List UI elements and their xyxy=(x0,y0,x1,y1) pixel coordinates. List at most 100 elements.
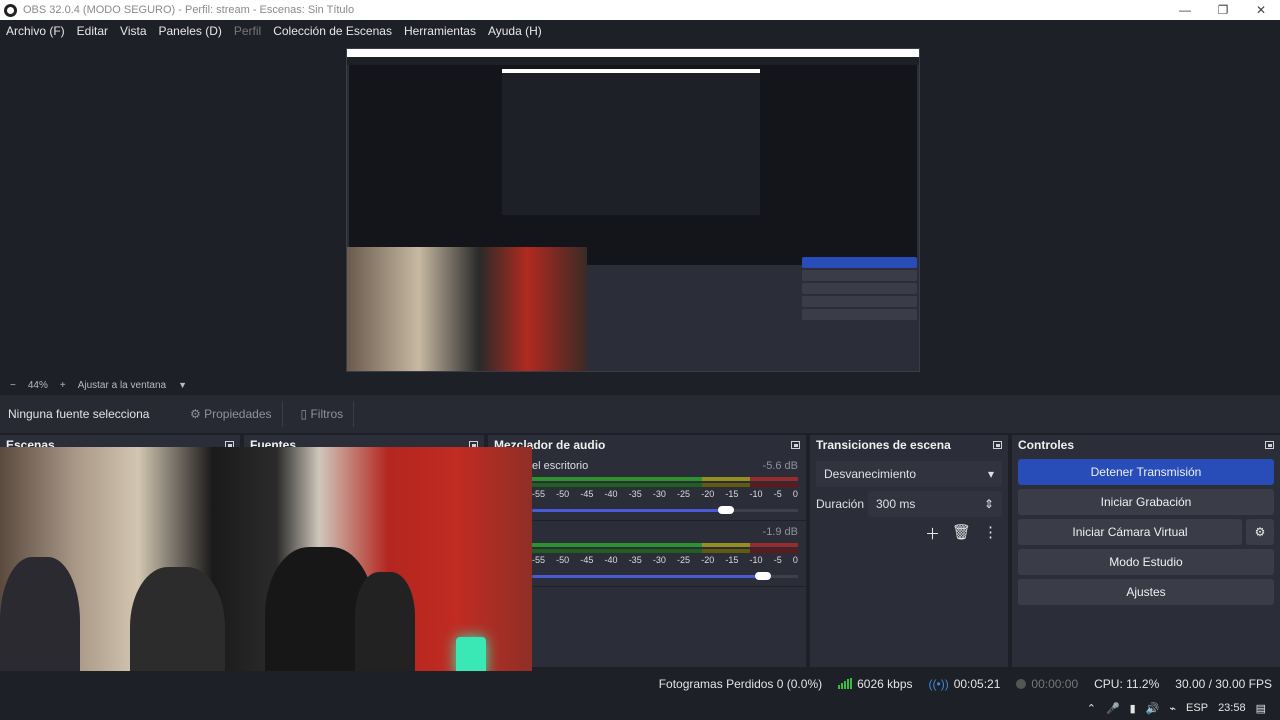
record-time-value: 00:00:00 xyxy=(1031,676,1079,691)
scale-tick: -30 xyxy=(652,555,666,565)
scale-tick: -50 xyxy=(556,489,570,499)
add-icon[interactable]: ＋ xyxy=(925,523,940,544)
controls-dock: Controles Detener Transmisión Iniciar Gr… xyxy=(1012,435,1280,667)
filters-button[interactable]: ▯ Filtros xyxy=(291,401,355,427)
language-indicator[interactable]: ESP xyxy=(1186,702,1208,714)
menu-archivo[interactable]: Archivo (F) xyxy=(0,24,71,38)
speaker-icon[interactable]: 🔊 xyxy=(1146,702,1160,715)
scale-tick: -5 xyxy=(773,489,782,499)
maximize-button[interactable]: ❐ xyxy=(1204,3,1242,17)
chevron-down-icon[interactable]: ▼ xyxy=(178,380,187,390)
undock-icon[interactable] xyxy=(993,441,1002,449)
volume-slider-fill[interactable] xyxy=(532,509,726,512)
scale-tick: 0 xyxy=(792,489,798,499)
scale-tick: -35 xyxy=(628,489,642,499)
volume-slider-knob[interactable] xyxy=(718,506,734,514)
scale-tick: -5 xyxy=(773,555,782,565)
status-bar: Fotogramas Perdidos 0 (0.0%) 6026 kbps (… xyxy=(0,671,1280,696)
close-button[interactable]: ✕ xyxy=(1242,3,1280,17)
menu-vista[interactable]: Vista xyxy=(114,24,152,38)
selected-source-label: Ninguna fuente selecciona xyxy=(8,407,150,421)
scale-tick: -10 xyxy=(749,555,763,565)
scale-tick: -20 xyxy=(701,489,715,499)
cpu-usage: CPU: 11.2% xyxy=(1094,676,1160,691)
bitrate-value: 6026 kbps xyxy=(857,676,913,691)
stream-time: ((•)) 00:05:21 xyxy=(921,677,1009,691)
transitions-title: Transiciones de escena xyxy=(816,438,951,452)
scale-tick: -15 xyxy=(725,489,739,499)
stop-stream-button[interactable]: Detener Transmisión xyxy=(1018,459,1274,485)
controls-title: Controles xyxy=(1018,438,1075,452)
scale-tick: -55 xyxy=(532,555,546,565)
volume-slider-fill[interactable] xyxy=(532,575,763,578)
scale-tick: -50 xyxy=(556,555,570,565)
trash-icon[interactable]: 🗑 xyxy=(952,523,971,544)
audio-mixer-dock: Mezclador de audio el escritorio -5.6 dB… xyxy=(488,435,806,667)
channel-db: -5.6 dB xyxy=(762,460,798,472)
meter-scale: -55 -50 -45 -40 -35 -30 -25 -20 -15 -10 -5 0 xyxy=(532,489,798,499)
window-titlebar: OBS 32.0.4 (MODO SEGURO) - Perfil: strea… xyxy=(0,0,1280,20)
microphone-icon[interactable]: 🎤 xyxy=(1106,702,1120,715)
studio-mode-button[interactable]: Modo Estudio xyxy=(1018,549,1274,575)
volume-slider-track[interactable] xyxy=(726,509,798,512)
start-recording-button[interactable]: Iniciar Grabación xyxy=(1018,489,1274,515)
source-toolbar: Ninguna fuente selecciona ⚙ Propiedades … xyxy=(0,395,1280,433)
volume-slider-knob[interactable] xyxy=(755,572,771,580)
scale-tick: -45 xyxy=(580,555,594,565)
undock-icon[interactable] xyxy=(791,441,800,449)
scale-tick: -30 xyxy=(652,489,666,499)
meter-scale: -55 -50 -45 -40 -35 -30 -25 -20 -15 -10 -5 0 xyxy=(532,555,798,565)
scale-tick: -25 xyxy=(677,489,691,499)
mixer-channel: -1.9 dB -55 -50 -45 -40 -35 -30 -25 -20 -15 -10 -5… xyxy=(488,521,806,587)
zoom-out-button[interactable]: − xyxy=(10,380,16,391)
gear-icon[interactable]: ⚙ xyxy=(1246,519,1274,545)
virtual-cam-row: Iniciar Cámara Virtual ⚙ xyxy=(1018,519,1274,545)
menu-herramientas[interactable]: Herramientas xyxy=(398,24,482,38)
signal-bars-icon xyxy=(838,678,853,689)
zoom-fit-label[interactable]: Ajustar a la ventana xyxy=(78,380,166,391)
settings-button[interactable]: Ajustes xyxy=(1018,579,1274,605)
start-virtual-camera-button[interactable]: Iniciar Cámara Virtual xyxy=(1018,519,1242,545)
spin-arrows-icon[interactable]: ⇕ xyxy=(984,497,994,511)
volume-meter xyxy=(532,543,798,547)
channel-db: -1.9 dB xyxy=(762,526,798,538)
scale-tick: -20 xyxy=(701,555,715,565)
battery-icon[interactable]: ▮ xyxy=(1130,702,1136,715)
scale-tick: -35 xyxy=(628,555,642,565)
scale-tick: -15 xyxy=(725,555,739,565)
scale-tick: -25 xyxy=(677,555,691,565)
window-title: OBS 32.0.4 (MODO SEGURO) - Perfil: strea… xyxy=(23,4,355,16)
transitions-dock: Transiciones de escena Desvanecimiento ▾ … xyxy=(810,435,1008,667)
more-options-icon[interactable]: ⋮ xyxy=(983,523,998,544)
transition-actions: ＋ 🗑 ⋮ xyxy=(810,517,1008,544)
gear-icon: ⚙ xyxy=(190,407,201,421)
clock[interactable]: 23:58 xyxy=(1218,702,1246,714)
record-dot-icon xyxy=(1016,678,1027,689)
properties-button[interactable]: ⚙ Propiedades xyxy=(180,401,283,427)
network-icon[interactable]: ⌁ xyxy=(1169,702,1176,715)
record-time: 00:00:00 xyxy=(1008,677,1086,691)
stream-time-value: 00:05:21 xyxy=(953,676,1001,691)
menu-ayuda[interactable]: Ayuda (H) xyxy=(482,24,548,38)
preview-nested-capture xyxy=(346,48,920,372)
duration-row: Duración 300 ms ⇕ xyxy=(816,491,1002,517)
scale-tick: 0 xyxy=(792,555,798,565)
minimize-button[interactable]: — xyxy=(1166,3,1204,17)
menu-paneles[interactable]: Paneles (D) xyxy=(153,24,228,38)
transition-value: Desvanecimiento xyxy=(824,467,917,481)
scale-tick: -10 xyxy=(749,489,763,499)
zoom-in-button[interactable]: + xyxy=(60,380,66,391)
channel-name: el escritorio xyxy=(532,460,589,472)
chevron-up-icon[interactable]: ⌃ xyxy=(1087,702,1096,715)
broadcast-icon: ((•)) xyxy=(928,676,949,691)
menu-editar[interactable]: Editar xyxy=(71,24,114,38)
menu-coleccion-escenas[interactable]: Colección de Escenas xyxy=(267,24,398,38)
transition-select[interactable]: Desvanecimiento ▾ xyxy=(816,461,1002,487)
notifications-icon[interactable]: ▤ xyxy=(1256,702,1266,715)
duration-spinbox[interactable]: 300 ms ⇕ xyxy=(868,491,1002,517)
undock-icon[interactable] xyxy=(1265,441,1274,449)
menu-perfil[interactable]: Perfil xyxy=(228,24,267,38)
volume-meter xyxy=(532,483,798,487)
dropped-frames: Fotogramas Perdidos 0 (0.0%) xyxy=(658,676,823,691)
properties-label: Propiedades xyxy=(204,407,272,421)
